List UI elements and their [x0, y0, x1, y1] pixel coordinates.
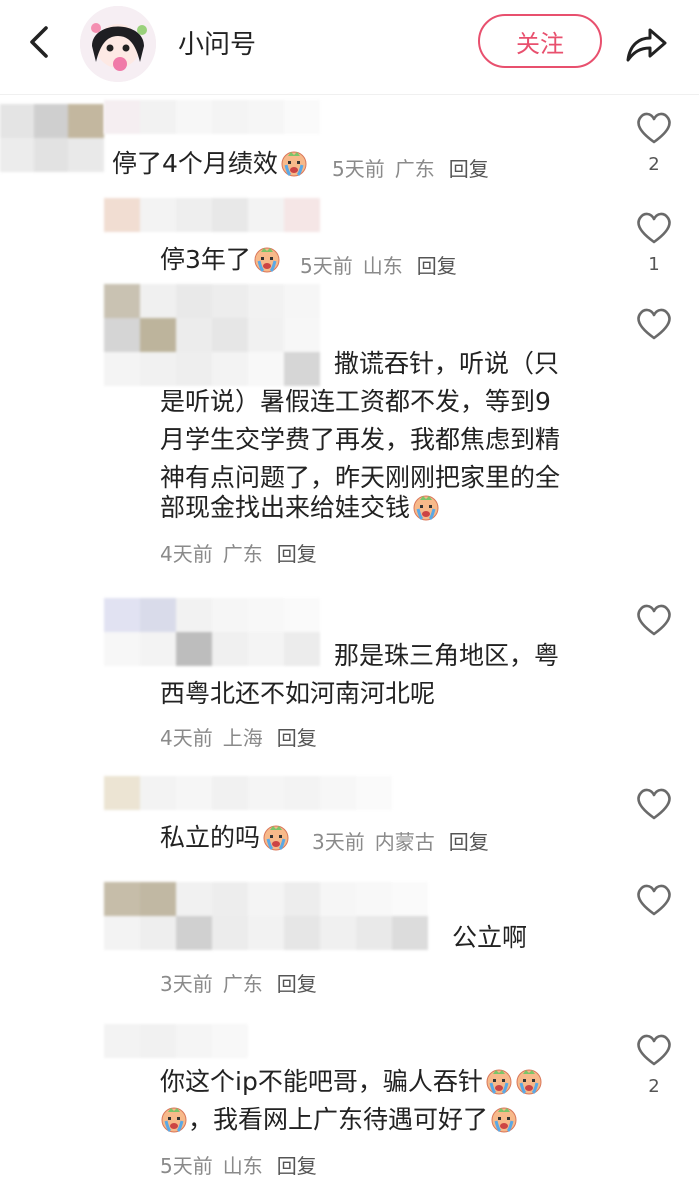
like-button[interactable] — [634, 784, 674, 824]
like-button[interactable]: 1 — [634, 208, 674, 275]
avatar[interactable] — [80, 6, 156, 82]
crying-face-emoji — [515, 1067, 543, 1095]
comment-meta: 3天前 内蒙古 回复 — [312, 830, 489, 854]
comment-text: 私立的吗 — [160, 818, 290, 858]
like-button[interactable] — [634, 600, 674, 640]
page-title: 小问号 — [178, 30, 257, 60]
follow-button[interactable]: 关注 — [478, 14, 602, 68]
reply-button[interactable]: 回复 — [449, 830, 489, 854]
reply-button[interactable]: 回复 — [277, 726, 317, 750]
comment-text-line: 那是珠三角地区，粤 — [334, 641, 560, 670]
like-button[interactable] — [634, 304, 674, 344]
like-count: 2 — [648, 154, 660, 175]
heart-outline-icon — [634, 784, 674, 824]
comment-text: 停3年了 — [160, 240, 281, 280]
like-button[interactable] — [634, 880, 674, 920]
comment-meta: 4天前 上海 回复 — [160, 726, 317, 750]
comment-meta: 5天前 广东 回复 — [332, 157, 489, 181]
crying-face-emoji — [485, 1067, 513, 1095]
top-bar: 小问号 关注 — [0, 0, 699, 95]
like-count: 1 — [648, 254, 660, 275]
comment-text-line: ，我看网上广东待遇可好了 — [160, 1100, 518, 1140]
reply-button[interactable]: 回复 — [277, 972, 317, 996]
share-arrow-icon — [626, 28, 667, 62]
comment-meta: 4天前 广东 回复 — [160, 542, 317, 566]
blurred-username — [104, 1024, 248, 1058]
share-button[interactable] — [622, 22, 670, 66]
like-count: 2 — [648, 1076, 660, 1097]
crying-face-emoji — [262, 823, 290, 851]
heart-outline-icon — [634, 208, 674, 248]
heart-outline-icon — [634, 108, 674, 148]
reply-button[interactable]: 回复 — [277, 1154, 317, 1178]
heart-outline-icon — [634, 304, 674, 344]
avatar-image — [80, 6, 156, 82]
crying-face-emoji — [280, 149, 308, 177]
reply-button[interactable]: 回复 — [417, 254, 457, 278]
like-button[interactable]: 2 — [634, 1030, 674, 1097]
blurred-avatar — [0, 104, 104, 172]
comment-text: 停了4个月绩效 — [112, 144, 308, 184]
crying-face-emoji — [160, 1105, 188, 1133]
comment-meta: 3天前 广东 回复 — [160, 972, 317, 996]
heart-outline-icon — [634, 1030, 674, 1070]
heart-outline-icon — [634, 880, 674, 920]
comment-text-line: 部现金找出来给娃交钱 — [160, 488, 440, 528]
back-button[interactable] — [22, 22, 58, 62]
comment-text-line: 撒谎吞针，听说（只 — [334, 349, 560, 378]
crying-face-emoji — [412, 493, 440, 521]
comment-meta: 5天前 山东 回复 — [160, 1154, 317, 1178]
blurred-username — [104, 776, 392, 810]
comment-text-line: 是听说）暑假连工资都不发，等到9 — [160, 387, 551, 416]
comment-text-line: 西粤北还不如河南河北呢 — [160, 679, 436, 708]
blurred-username — [104, 284, 320, 386]
crying-face-emoji — [253, 245, 281, 273]
reply-button[interactable]: 回复 — [449, 157, 489, 181]
comment-text-line: 你这个ip不能吧哥，骗人吞针 — [160, 1062, 543, 1102]
crying-face-emoji — [490, 1105, 518, 1133]
comment-text-line: 月学生交学费了再发，我都焦虑到精 — [160, 425, 561, 454]
blurred-username — [104, 100, 320, 134]
blurred-username — [104, 882, 428, 950]
blurred-username — [104, 198, 320, 232]
chevron-left-icon — [30, 26, 48, 58]
blurred-username — [104, 598, 320, 666]
like-button[interactable]: 2 — [634, 108, 674, 175]
reply-button[interactable]: 回复 — [277, 542, 317, 566]
comment-text: 公立啊 — [452, 923, 528, 952]
comment-meta: 5天前 山东 回复 — [300, 254, 457, 278]
heart-outline-icon — [634, 600, 674, 640]
